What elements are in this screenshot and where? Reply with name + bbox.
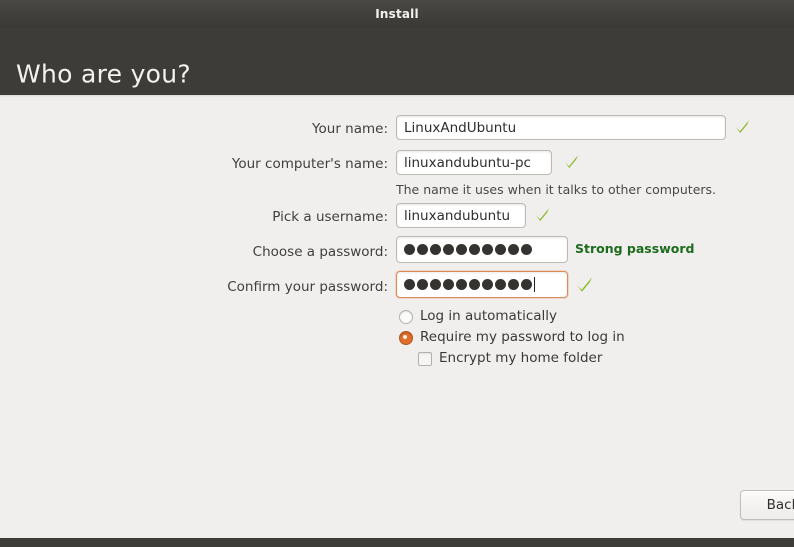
computer-name-label: Your computer's name: <box>231 156 388 172</box>
password-dot <box>521 279 532 290</box>
password-dot <box>495 279 506 290</box>
password-dot <box>508 244 519 255</box>
login-automatically-label: Log in automatically <box>420 308 558 325</box>
password-dot <box>417 244 428 255</box>
full-name-valid-check-icon <box>736 120 749 133</box>
full-name-label: Your name: <box>312 121 388 137</box>
password-dot <box>430 279 441 290</box>
password-dot <box>482 244 493 255</box>
confirm-password-input[interactable] <box>396 271 568 298</box>
computer-name-valid-check-icon <box>565 155 578 168</box>
password-dot <box>404 244 415 255</box>
radio-require-password[interactable]: Require my password to log in <box>399 331 625 345</box>
password-dot <box>443 279 454 290</box>
computer-name-input[interactable]: linuxandubuntu-pc <box>396 150 552 175</box>
login-automatically-radio-icon[interactable] <box>399 310 413 324</box>
full-name-input[interactable]: LinuxAndUbuntu <box>396 115 726 140</box>
encrypt-home-label: Encrypt my home folder <box>439 350 603 367</box>
window-footer <box>0 538 794 547</box>
text-caret <box>534 277 535 292</box>
password-masked-dots <box>404 244 532 255</box>
content-area: Your name: LinuxAndUbuntu Your computer'… <box>0 98 794 538</box>
computer-name-hint: The name it uses when it talks to other … <box>396 182 717 197</box>
username-input[interactable]: linuxandubuntu <box>396 203 526 228</box>
password-label: Choose a password: <box>252 244 388 260</box>
password-dot <box>456 244 467 255</box>
page-header: Who are you? <box>0 28 794 95</box>
password-input[interactable] <box>396 236 568 263</box>
password-dot <box>456 279 467 290</box>
password-dot <box>430 244 441 255</box>
page-title: Who are you? <box>16 59 191 89</box>
password-dot <box>469 279 480 290</box>
require-password-radio-icon[interactable] <box>399 331 413 345</box>
password-dot <box>404 279 415 290</box>
password-dot <box>443 244 454 255</box>
confirm-password-masked-dots <box>404 279 532 290</box>
window-titlebar: Install <box>0 0 794 28</box>
checkbox-encrypt-home[interactable]: Encrypt my home folder <box>418 352 602 366</box>
password-dot <box>469 244 480 255</box>
radio-login-automatically[interactable]: Log in automatically <box>399 310 557 324</box>
encrypt-home-checkbox-icon[interactable] <box>418 352 432 366</box>
password-dot <box>417 279 428 290</box>
password-dot <box>508 279 519 290</box>
password-strength-text: Strong password <box>575 241 695 256</box>
installer-window: Install Who are you? Your name: LinuxAnd… <box>0 0 794 547</box>
password-dot <box>495 244 506 255</box>
password-dot <box>521 244 532 255</box>
require-password-label: Require my password to log in <box>420 329 625 346</box>
back-button[interactable]: Back <box>740 490 794 520</box>
confirm-password-valid-check-icon <box>577 277 592 292</box>
window-title: Install <box>375 7 419 21</box>
username-label: Pick a username: <box>272 209 388 225</box>
password-dot <box>482 279 493 290</box>
confirm-password-label: Confirm your password: <box>227 279 388 295</box>
username-valid-check-icon <box>536 208 549 221</box>
